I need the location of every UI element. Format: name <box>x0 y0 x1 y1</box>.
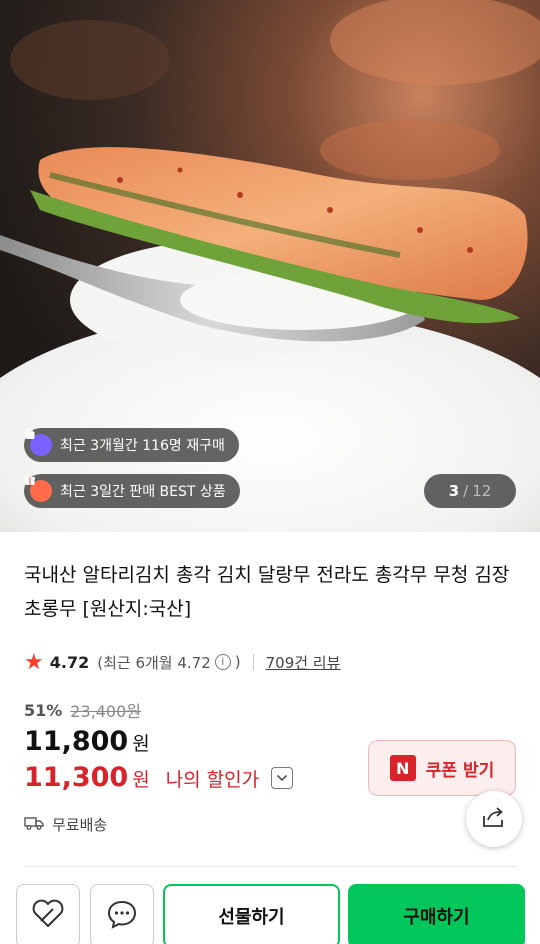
divider <box>252 654 254 670</box>
rating-score: 4.72 <box>49 652 90 672</box>
image-counter-total: 12 <box>472 482 492 500</box>
sale-price: 11,800 <box>24 726 129 757</box>
chat-icon <box>106 899 138 933</box>
review-count-link[interactable]: 709건 리뷰 <box>266 652 341 673</box>
product-title: 국내산 알타리김치 총각 김치 달랑무 전라도 총각무 무청 김장 초롱무 [원… <box>24 564 510 620</box>
shipping-info: 무료배송 <box>24 814 107 835</box>
product-image-carousel[interactable]: 최근 3개월간 116명 재구매 최근 3일간 판매 BEST 상품 3 / 1… <box>0 0 540 532</box>
share-button[interactable] <box>466 791 522 847</box>
discount-rate: 51% <box>24 700 63 720</box>
image-counter: 3 / 12 <box>424 474 516 508</box>
coupon-button[interactable]: N 쿠폰 받기 <box>368 740 516 796</box>
sale-price-unit: 원 <box>132 733 150 755</box>
image-counter-separator: / <box>463 482 469 500</box>
discount-row: 51% 23,400원 <box>24 698 141 722</box>
shipping-text: 무료배송 <box>52 816 108 834</box>
heart-icon <box>31 899 65 933</box>
naver-pay-icon: N <box>389 755 416 781</box>
info-icon[interactable]: i <box>214 654 231 670</box>
chevron-down-icon[interactable] <box>271 766 294 789</box>
bottom-action-bar: 선물하기 구매하기 <box>0 870 540 944</box>
wishlist-button[interactable] <box>16 884 80 944</box>
original-price: 23,400원 <box>70 702 142 721</box>
best-seller-badge-text: 최근 3일간 판매 BEST 상품 <box>60 484 226 500</box>
repurchase-badge: 최근 3개월간 116명 재구매 <box>24 428 239 462</box>
chat-button[interactable] <box>90 884 154 944</box>
section-divider <box>24 866 516 867</box>
coupon-button-label: 쿠폰 받기 <box>425 760 495 781</box>
repurchase-badge-text: 최근 3개월간 116명 재구매 <box>60 438 225 454</box>
truck-icon <box>24 815 44 835</box>
rating-row: ★ 4.72 (최근 6개월 4.72 i ) 709건 리뷰 <box>24 648 340 676</box>
my-discount-price: 11,300 <box>24 762 129 793</box>
recent-rating-close: ) <box>234 653 241 671</box>
gift-button[interactable]: 선물하기 <box>163 884 340 944</box>
gift-icon <box>25 477 52 502</box>
my-discount-price-row[interactable]: 11,300 원 나의 할인가 <box>24 762 294 793</box>
star-icon: ★ <box>24 649 44 675</box>
bag-icon <box>25 428 52 456</box>
share-icon <box>481 805 507 833</box>
best-seller-badge: 최근 3일간 판매 BEST 상품 <box>24 474 240 508</box>
my-discount-label: 나의 할인가 <box>165 769 260 791</box>
price-row: 11,800 원 <box>24 726 150 757</box>
recent-rating-text: (최근 6개월 4.72 <box>97 653 211 672</box>
my-discount-price-unit: 원 <box>132 769 150 791</box>
buy-button[interactable]: 구매하기 <box>348 884 525 944</box>
image-counter-current: 3 <box>448 482 460 500</box>
